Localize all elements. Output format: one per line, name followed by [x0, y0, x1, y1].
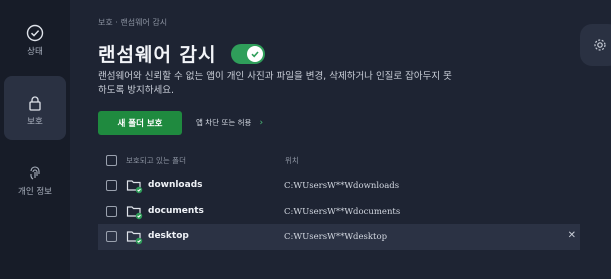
title-row: 랜섬웨어 감시 [98, 40, 265, 67]
folder-name: desktop [148, 231, 189, 241]
main-panel: 보호 · 랜섬웨어 감시 랜섬웨어 감시 랜섬웨어와 신뢰할 수 없는 앱이 개… [70, 0, 611, 279]
chevron-right-icon: › [259, 117, 264, 128]
protected-folder-icon [126, 204, 144, 220]
remove-folder-icon[interactable]: ✕ [568, 230, 576, 241]
description: 랜섬웨어와 신뢰할 수 없는 앱이 개인 사진과 파일을 변경, 삭제하거나 인… [98, 71, 452, 96]
fingerprint-icon [26, 164, 44, 182]
link-label: 앱 차단 또는 허용 [196, 118, 252, 127]
lock-icon [26, 94, 44, 112]
gear-icon [594, 39, 606, 51]
sidebar-item-label: 보호 [27, 117, 43, 127]
toggle-knob [246, 45, 263, 62]
table-header: 보호되고 있는 폴더 위치 [98, 154, 580, 168]
select-all-checkbox[interactable] [106, 155, 117, 166]
folder-path: C:WUsersW**Wdesktop [284, 232, 388, 242]
sidebar-item-label: 상태 [27, 47, 43, 57]
protected-folder-icon [126, 229, 144, 245]
page-title: 랜섬웨어 감시 [98, 44, 217, 66]
protected-folder-icon [126, 178, 144, 194]
folder-path: C:WUsersW**Wdocuments [284, 207, 401, 217]
row-checkbox[interactable] [106, 180, 117, 191]
table-row[interactable]: documents C:WUsersW**Wdocuments [98, 199, 580, 225]
sidebar-item-privacy[interactable]: 개인 정보 [0, 164, 70, 197]
check-icon [250, 50, 259, 57]
check-circle-icon [26, 24, 44, 42]
breadcrumb: 보호 · 랜섬웨어 감시 [98, 18, 168, 27]
sidebar: 상태 보호 개인 정보 [0, 0, 70, 279]
table-row[interactable]: downloads C:WUsersW**Wdownloads [98, 173, 580, 199]
folder-path: C:WUsersW**Wdownloads [284, 181, 400, 191]
table-row[interactable]: desktop C:WUsersW**Wdesktop ✕ [98, 224, 580, 250]
settings-button[interactable] [580, 24, 611, 66]
ransomware-toggle[interactable] [230, 43, 265, 64]
row-checkbox[interactable] [106, 231, 117, 242]
column-header-location: 위치 [285, 156, 299, 165]
sidebar-item-status[interactable]: 상태 [0, 24, 70, 57]
sidebar-item-label: 개인 정보 [18, 187, 52, 197]
protect-new-folder-button[interactable]: 새 폴더 보호 [98, 111, 182, 135]
block-allow-apps-link[interactable]: 앱 차단 또는 허용 › [196, 117, 263, 128]
sidebar-item-protection[interactable]: 보호 [4, 76, 66, 140]
row-checkbox[interactable] [106, 206, 117, 217]
folder-name: documents [148, 206, 204, 216]
folder-name: downloads [148, 180, 203, 190]
column-header-folder: 보호되고 있는 폴더 [126, 156, 186, 165]
